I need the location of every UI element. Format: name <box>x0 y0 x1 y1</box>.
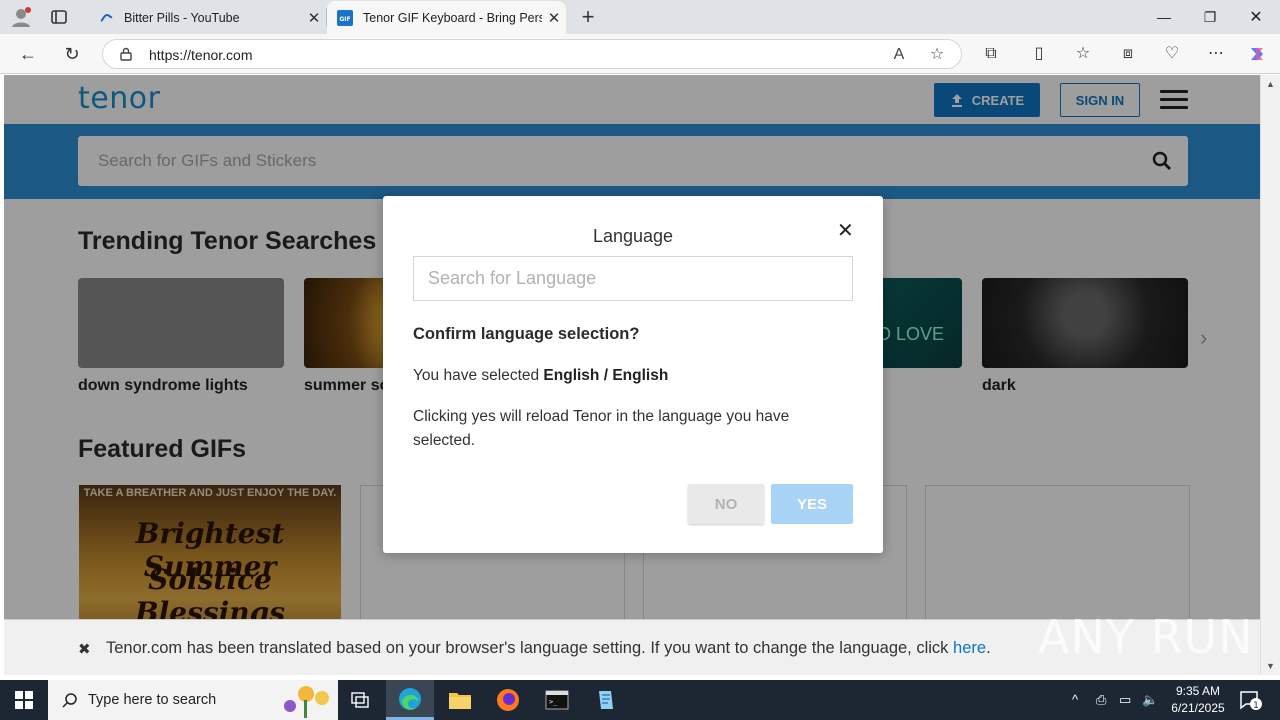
language-search-input[interactable] <box>413 256 853 301</box>
restore-icon[interactable]: ❐ <box>1187 0 1233 34</box>
site-info-icon[interactable] <box>119 47 133 61</box>
banner-message: Tenor.com has been translated based on y… <box>106 639 954 657</box>
file-explorer-icon[interactable] <box>436 680 484 720</box>
banner-text: Tenor.com has been translated based on y… <box>106 639 991 658</box>
profile-icon[interactable] <box>10 6 32 28</box>
reload-note: Clicking yes will reload Tenor in the la… <box>413 408 790 449</box>
yes-button[interactable]: YES <box>771 484 853 524</box>
windows-taskbar: Type here to search >_ ^ ⎙ ▭ 🔈 9:35 AM 6… <box>0 680 1280 720</box>
tenor-page: tenor CREATE SIGN IN Search for GIFs and… <box>4 75 1260 675</box>
taskbar-search-box[interactable]: Type here to search <box>48 680 338 720</box>
scroll-up-icon[interactable]: ▲ <box>1266 79 1275 89</box>
refresh-icon[interactable]: ↻ <box>60 42 84 66</box>
back-icon[interactable]: ← <box>16 42 40 66</box>
close-tab-icon[interactable]: ✕ <box>542 9 566 27</box>
device-icon[interactable]: ⎙ <box>1096 692 1106 708</box>
tab-youtube[interactable]: Bitter Pills - YouTube ✕ <box>88 1 326 34</box>
clock-date: 6/21/2025 <box>1171 701 1225 715</box>
gif-favicon-icon: GIF <box>337 9 353 26</box>
windows-logo-icon <box>15 691 33 709</box>
notification-center-icon[interactable]: 1 <box>1238 689 1262 711</box>
search-icon <box>62 693 77 708</box>
tab-title: Tenor GIF Keyboard - Bring Perso <box>363 10 542 25</box>
confirm-heading: Confirm language selection? <box>413 325 640 343</box>
close-window-icon[interactable]: ✕ <box>1233 0 1279 34</box>
clock-time: 9:35 AM <box>1175 684 1221 698</box>
favorite-star-icon[interactable]: ☆ <box>927 45 947 65</box>
svg-text:>_: >_ <box>549 698 558 706</box>
browser-tab-bar: Bitter Pills - YouTube ✕ GIF Tenor GIF K… <box>0 0 1280 34</box>
terminal-icon[interactable]: >_ <box>533 680 581 720</box>
new-tab-icon[interactable]: + <box>576 4 600 30</box>
banner-end: . <box>986 639 991 657</box>
notification-count: 1 <box>1253 701 1259 711</box>
dialog-title: Language <box>592 226 674 246</box>
flowers-decoration-icon <box>284 686 329 718</box>
taskbar-search-placeholder: Type here to search <box>88 692 217 708</box>
notepad-icon[interactable] <box>582 680 630 720</box>
language-dialog: Language ✕ Confirm language selection? Y… <box>383 196 883 553</box>
change-language-link[interactable]: here <box>953 639 986 657</box>
youtube-favicon-icon <box>100 13 113 22</box>
close-icon[interactable]: ✕ <box>837 218 854 243</box>
show-hidden-icons-icon[interactable]: ^ <box>1072 692 1078 707</box>
favorites-icon[interactable]: ☆ <box>1073 44 1093 64</box>
tab-title: Bitter Pills - YouTube <box>124 10 240 25</box>
tab-actions-icon[interactable] <box>50 8 68 26</box>
split-screen-icon[interactable]: ▯ <box>1029 44 1049 64</box>
task-view-icon[interactable] <box>336 680 384 720</box>
page-scrollbar[interactable]: ▲ ▼ <box>1260 75 1280 675</box>
scroll-down-icon[interactable]: ▼ <box>1266 661 1275 671</box>
svg-text:GIF: GIF <box>339 16 350 23</box>
edge-taskbar-icon[interactable] <box>386 680 434 720</box>
url-bar[interactable]: https://tenor.com A ☆ <box>102 39 962 69</box>
collections-icon[interactable]: ⧈ <box>1118 44 1138 64</box>
copilot-icon[interactable] <box>1247 44 1267 64</box>
close-banner-icon[interactable]: ✖ <box>78 640 91 658</box>
close-tab-icon[interactable]: ✕ <box>302 9 326 27</box>
more-menu-icon[interactable]: ⋯ <box>1206 44 1226 64</box>
url-text: https://tenor.com <box>149 47 253 63</box>
start-button[interactable] <box>0 680 48 720</box>
selected-prefix: You have selected <box>413 367 544 384</box>
no-button[interactable]: NO <box>688 484 764 524</box>
tab-tenor[interactable]: GIF Tenor GIF Keyboard - Bring Perso ✕ <box>327 1 566 34</box>
firefox-icon[interactable] <box>484 680 532 720</box>
address-bar-row: ← ↻ https://tenor.com A ☆ ⧉ ▯ ☆ ⧈ ♡ ⋯ <box>0 34 1280 74</box>
minimize-icon[interactable]: — <box>1141 0 1187 34</box>
selected-language: English / English <box>543 367 669 384</box>
selected-language-text: You have selected English / English <box>413 367 668 385</box>
volume-icon[interactable]: 🔈 <box>1142 692 1158 708</box>
extensions-icon[interactable]: ⧉ <box>981 44 1001 64</box>
taskbar-clock[interactable]: 9:35 AM 6/21/2025 <box>1160 683 1236 717</box>
anyrun-watermark: ANY RUN <box>1038 610 1254 664</box>
network-icon[interactable]: ▭ <box>1119 692 1131 708</box>
read-aloud-icon[interactable]: A <box>889 45 909 65</box>
browser-essentials-icon[interactable]: ♡ <box>1162 44 1182 64</box>
